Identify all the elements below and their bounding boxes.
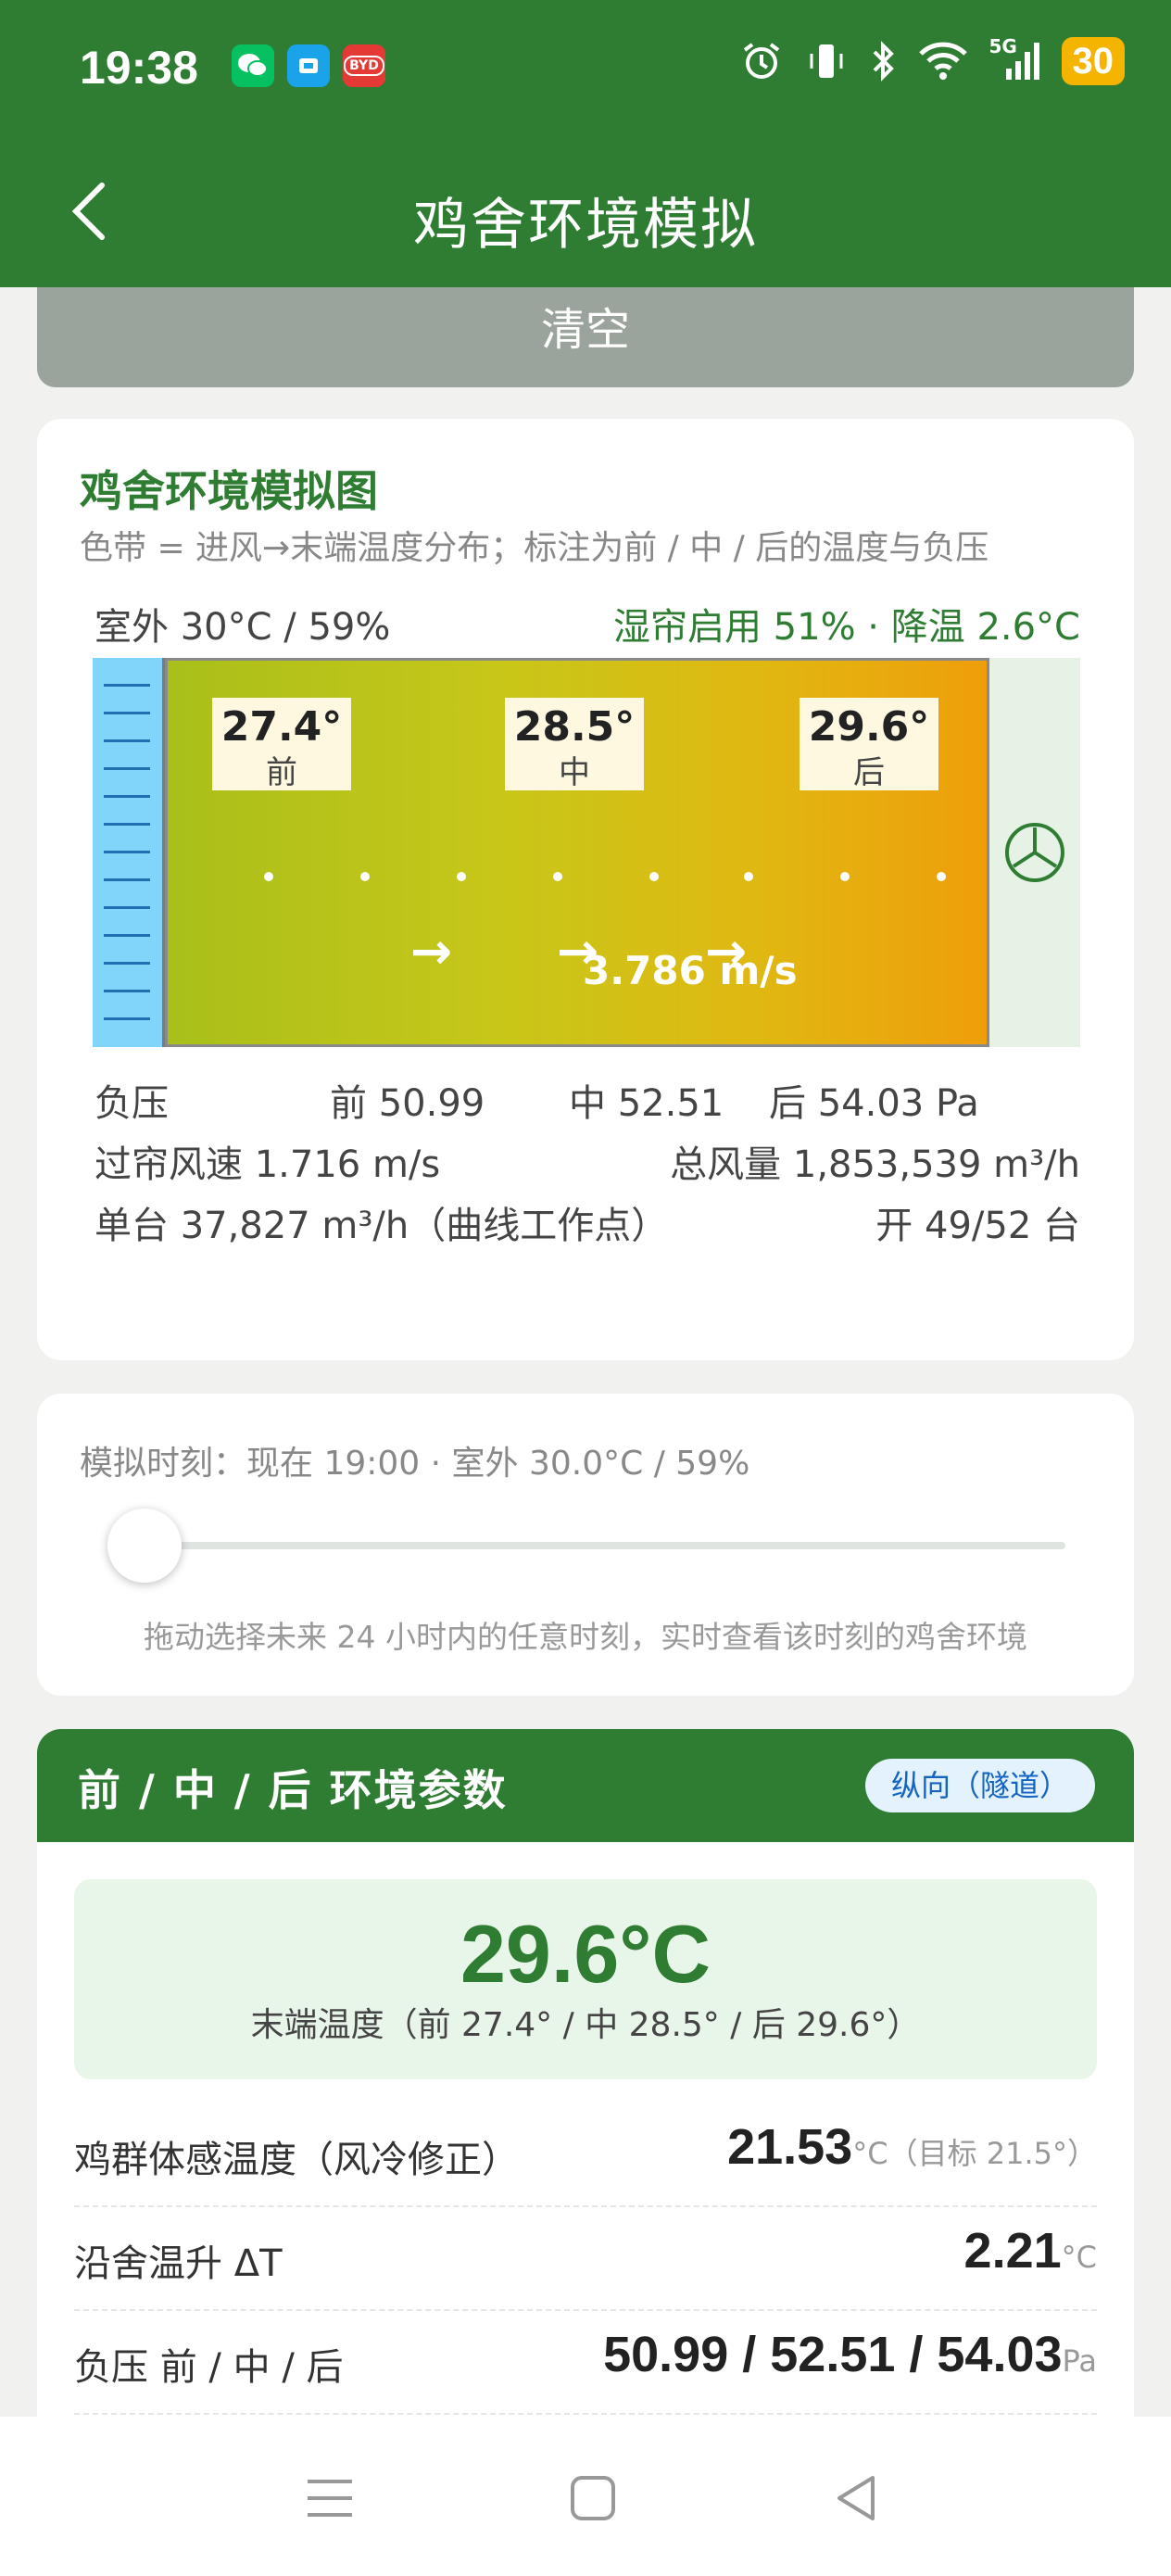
wifi-icon: [918, 42, 967, 80]
total-airflow: 总风量 1,853,539 m³/h: [670, 1143, 1080, 1186]
pressure-front: 前 50.99: [330, 1082, 485, 1125]
pad-status: 湿帘启用 51% · 降温 2.6°C: [612, 606, 1080, 649]
top-app-bar: 鸡舍环境模拟: [0, 139, 1171, 287]
status-bar: 19:38 BYD 5G 30: [0, 0, 1171, 139]
params-card: 前 / 中 / 后 环境参数 纵向（隧道） 29.6°C 末端温度（前 27.4…: [37, 1729, 1134, 2470]
time-slider-thumb[interactable]: [107, 1509, 182, 1583]
menu-icon[interactable]: [300, 2469, 359, 2528]
front-temp-tag: 27.4° 前: [212, 698, 351, 791]
bluetooth-icon: [873, 41, 894, 82]
back-nav-icon[interactable]: [826, 2469, 886, 2528]
end-temp-box: 29.6°C 末端温度（前 27.4° / 中 28.5° / 后 29.6°）: [74, 1879, 1097, 2079]
param-row: 沿舍温升 ΔT 2.21°C: [74, 2205, 1097, 2311]
system-navigation-bar: [0, 2417, 1171, 2576]
system-icons: 5G 30: [739, 35, 1125, 85]
ventilation-mode-badge[interactable]: 纵向（隧道）: [864, 1759, 1095, 1812]
outside-conditions: 室外 30°C / 59%: [94, 606, 391, 649]
airflow-arrow-icon: →: [410, 922, 453, 980]
alarm-icon: [743, 43, 779, 79]
params-title: 前 / 中 / 后 环境参数: [78, 1765, 508, 1815]
fans-on: 开 49/52 台: [875, 1205, 1080, 1247]
cooling-pad: [93, 658, 165, 1047]
app-notification-icon: [287, 44, 330, 87]
pressure-back: 后 54.03 Pa: [769, 1082, 979, 1125]
battery-icon: 30: [1061, 37, 1125, 85]
mid-temp-tag: 28.5° 中: [505, 698, 644, 791]
pressure-label: 负压: [94, 1082, 169, 1125]
end-temp-subtitle: 末端温度（前 27.4° / 中 28.5° / 后 29.6°）: [250, 2006, 921, 2044]
card-title: 鸡舍环境模拟图: [80, 466, 378, 516]
param-row: 负压 前 / 中 / 后 50.99 / 52.51 / 54.03Pa: [74, 2309, 1097, 2415]
param-row: 鸡群体感温度（风冷修正） 21.53°C（目标 21.5°）: [74, 2102, 1097, 2207]
sim-time-label: 模拟时刻：现在 19:00 · 室外 30.0°C / 59%: [80, 1445, 750, 1483]
signal-icon: 5G: [989, 35, 1041, 83]
pressure-mid: 中 52.51: [569, 1082, 724, 1125]
home-icon[interactable]: [563, 2469, 623, 2528]
curtain-speed: 过帘风速 1.716 m/s: [94, 1143, 441, 1186]
clock: 19:38: [80, 42, 198, 94]
params-header: 前 / 中 / 后 环境参数 纵向（隧道）: [37, 1729, 1134, 1842]
clear-button[interactable]: 清空: [37, 287, 1134, 387]
vibrate-icon: [810, 44, 842, 78]
slider-hint: 拖动选择未来 24 小时内的任意时刻，实时查看该时刻的鸡舍环境: [144, 1619, 1027, 1655]
byd-icon: BYD: [343, 44, 385, 87]
house-simulation-diagram: 27.4° 前 28.5° 中 29.6° 后 → → → 3.786 m/s: [93, 658, 1080, 1047]
fan-icon: [1005, 823, 1064, 882]
exhaust-fan-zone: [989, 658, 1080, 1047]
wechat-icon: [232, 44, 274, 87]
back-temp-tag: 29.6° 后: [800, 698, 938, 791]
house-gradient: 27.4° 前 28.5° 中 29.6° 后 → → → 3.786 m/s: [165, 658, 989, 1047]
time-slider-card: 模拟时刻：现在 19:00 · 室外 30.0°C / 59% 拖动选择未来 2…: [37, 1394, 1134, 1696]
simulation-card: 鸡舍环境模拟图 色带 = 进风→末端温度分布；标注为前 / 中 / 后的温度与负…: [37, 419, 1134, 1360]
end-temp-value: 29.6°C: [460, 1908, 711, 2000]
time-slider-track[interactable]: [143, 1542, 1065, 1549]
air-speed-label: 3.786 m/s: [583, 948, 798, 993]
page-title: 鸡舍环境模拟: [413, 193, 758, 258]
card-subtitle: 色带 = 进风→末端温度分布；标注为前 / 中 / 后的温度与负压: [80, 529, 989, 567]
per-fan-airflow: 单台 37,827 m³/h（曲线工作点）: [94, 1205, 669, 1247]
